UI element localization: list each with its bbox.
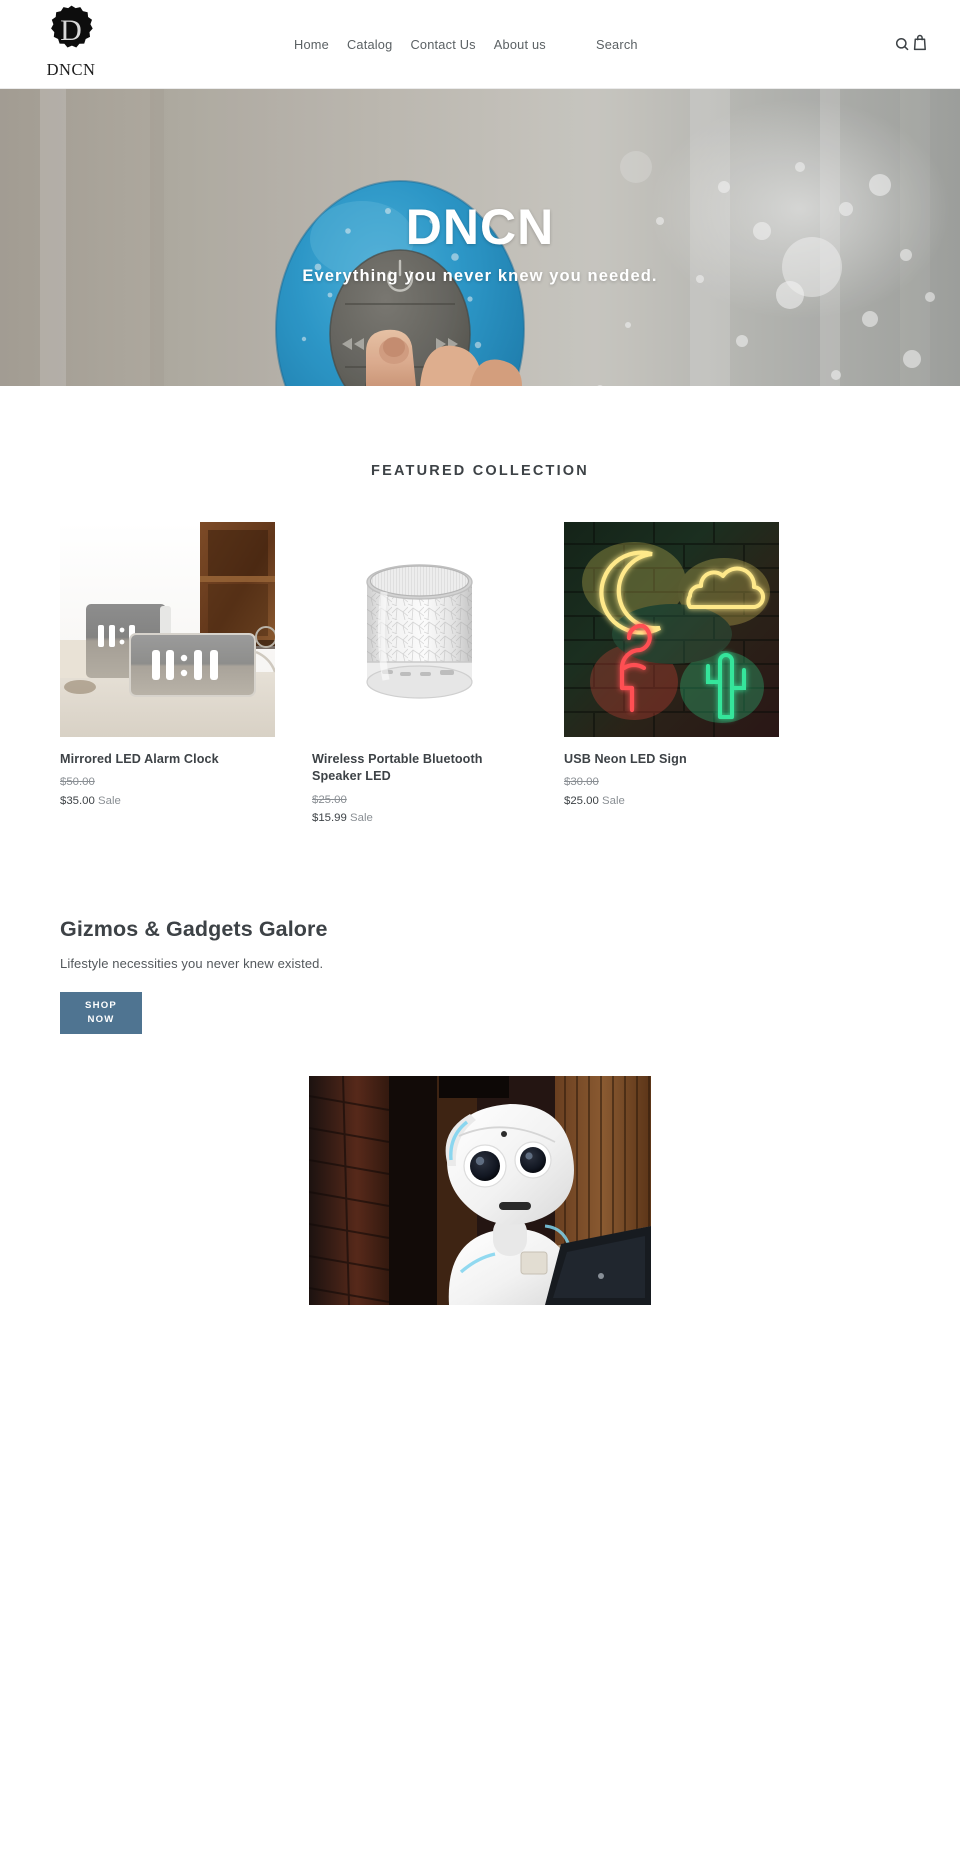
main-navigation: Home Catalog Contact Us About us (294, 37, 546, 52)
product-price: $50.00 $35.00 Sale (60, 774, 275, 809)
product-price-original: $25.00 (312, 793, 347, 806)
product-grid: Mirrored LED Alarm Clock $50.00 $35.00 S… (0, 522, 960, 827)
logo-wordmark: DNCN (46, 60, 96, 79)
nav-item-catalog[interactable]: Catalog (347, 37, 393, 52)
hero-content: DNCN Everything you never knew you neede… (0, 89, 960, 386)
sale-label: Sale (98, 794, 121, 807)
shop-now-button[interactable]: SHOP NOW (60, 991, 142, 1034)
shop-now-button-line2: NOW (87, 1013, 115, 1025)
shop-now-button-line1: SHOP (85, 999, 117, 1011)
product-price-original: $30.00 (564, 776, 599, 789)
product-image-usb-neon-led-sign (564, 522, 779, 737)
site-header: D DNCN Home Catalog Contact Us About us … (0, 0, 960, 89)
nav-item-home[interactable]: Home (294, 37, 329, 52)
logo-badge-icon: D (44, 4, 99, 59)
promo-image-robot (309, 1075, 651, 1305)
featured-collection-heading: FEATURED COLLECTION (371, 463, 589, 479)
product-price-sale: $15.99 Sale (312, 812, 373, 825)
product-price-sale: $35.00 Sale (60, 794, 121, 807)
product-title: USB Neon LED Sign (564, 752, 687, 766)
product-price: $25.00 $15.99 Sale (312, 792, 527, 827)
hero-banner: DNCN Everything you never knew you neede… (0, 89, 960, 386)
product-title: Mirrored LED Alarm Clock (60, 752, 219, 766)
shopping-bag-icon[interactable] (911, 33, 929, 52)
product-title: Wireless Portable Bluetooth Speaker LED (312, 752, 483, 784)
hero-title: DNCN (405, 198, 555, 255)
hero-subtitle: Everything you never knew you needed. (302, 266, 658, 285)
nav-item-contact-us[interactable]: Contact Us (410, 37, 475, 52)
promo-description: Lifestyle necessities you never knew exi… (60, 955, 324, 971)
featured-collection-section: FEATURED COLLECTION Mirrored LED Alarm C… (0, 386, 960, 827)
nav-item-about-us[interactable]: About us (494, 37, 546, 52)
promo-heading: Gizmos & Gadgets Galore (60, 916, 328, 941)
product-image-mirrored-led-alarm-clock (60, 522, 275, 737)
product-price: $30.00 $25.00 Sale (564, 774, 779, 809)
search-icon[interactable] (894, 34, 911, 52)
product-card-usb-neon-led-sign[interactable]: USB Neon LED Sign $30.00 $25.00 Sale (564, 522, 779, 809)
sale-label: Sale (350, 812, 373, 825)
promo-image-wrap (0, 1075, 960, 1305)
product-price-original: $50.00 (60, 776, 95, 789)
product-price-sale: $25.00 Sale (564, 794, 625, 807)
site-logo[interactable]: D DNCN (39, 4, 103, 79)
sale-label: Sale (602, 794, 625, 807)
product-image-wireless-portable-bluetooth-speaker-led (312, 522, 527, 737)
promo-section: Gizmos & Gadgets Galore Lifestyle necess… (0, 917, 960, 1034)
header-icon-group (894, 33, 929, 52)
search-link[interactable]: Search (596, 37, 638, 52)
logo-letter: D (60, 13, 82, 47)
page-root: D DNCN Home Catalog Contact Us About us … (0, 0, 960, 1875)
product-card-wireless-portable-bluetooth-speaker-led[interactable]: Wireless Portable Bluetooth Speaker LED … (312, 522, 527, 827)
product-card-mirrored-led-alarm-clock[interactable]: Mirrored LED Alarm Clock $50.00 $35.00 S… (60, 522, 275, 809)
